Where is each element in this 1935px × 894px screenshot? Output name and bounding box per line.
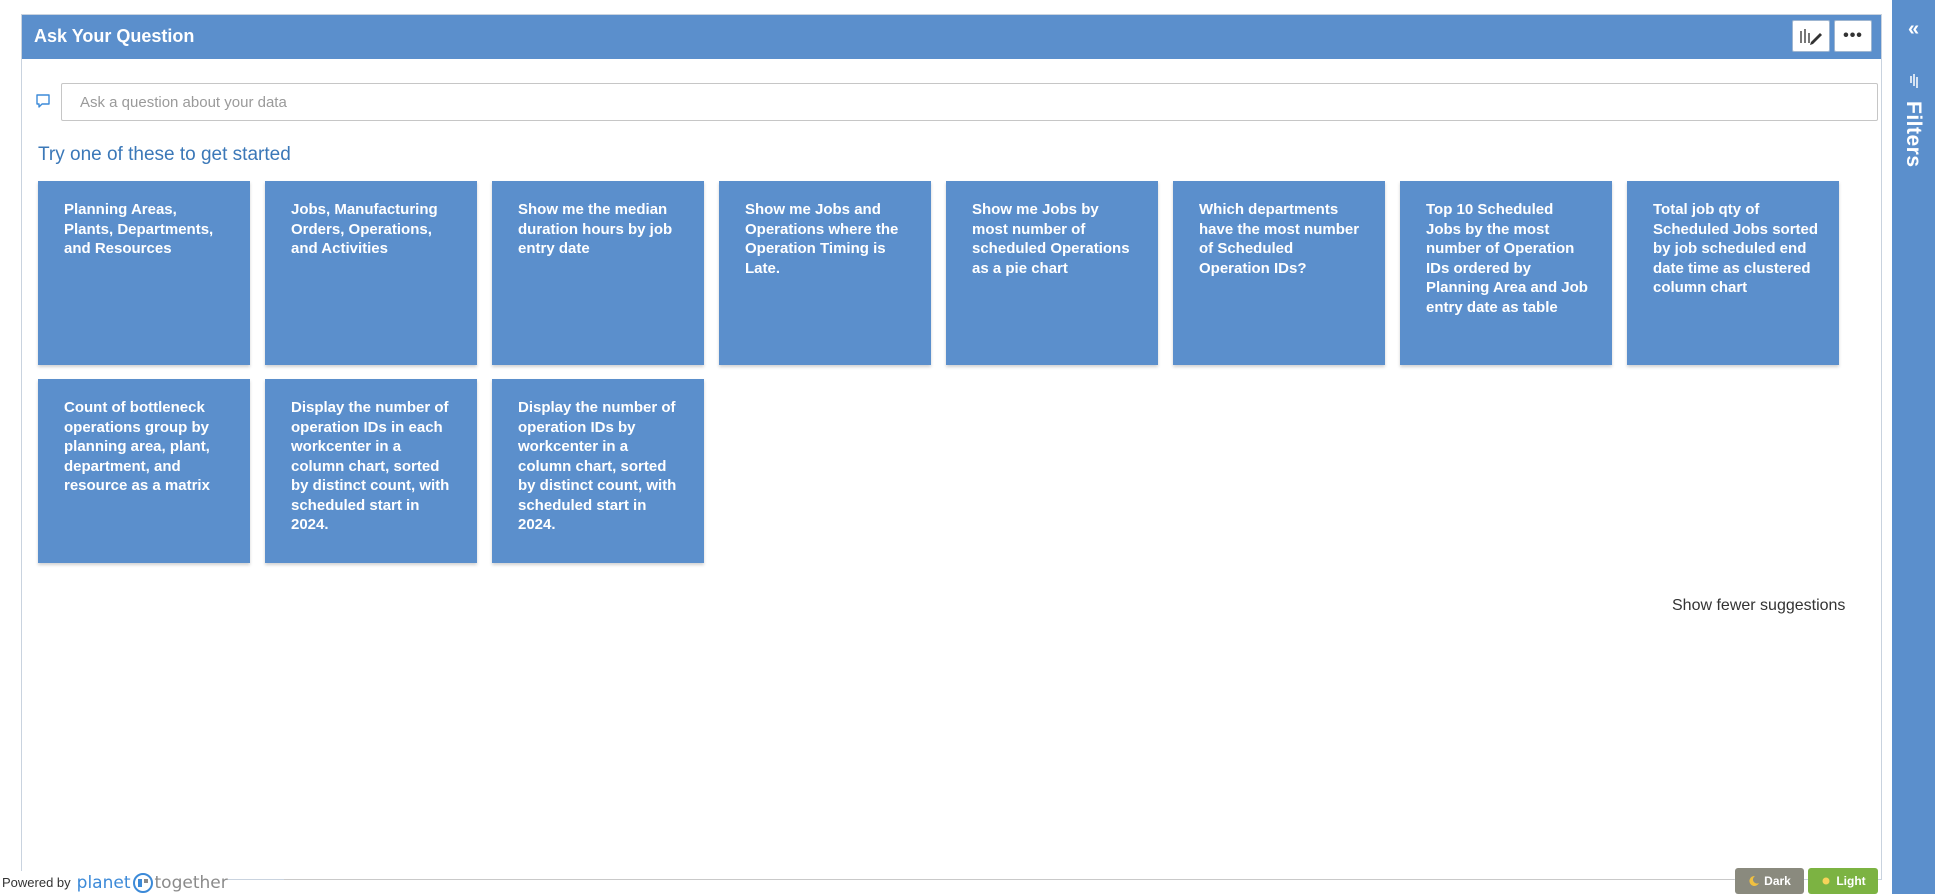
suggestion-card[interactable]: Planning Areas, Plants, Departments, and…: [38, 181, 250, 365]
page-title: Ask Your Question: [34, 26, 195, 46]
powered-by-text: Powered by: [2, 875, 71, 890]
pen-icon: [1800, 29, 1822, 45]
suggestion-card[interactable]: Top 10 Scheduled Jobs by the most number…: [1400, 181, 1612, 365]
ellipsis-icon: •••: [1843, 27, 1863, 44]
suggestion-card[interactable]: Total job qty of Scheduled Jobs sorted b…: [1627, 181, 1839, 365]
suggestion-card[interactable]: Show me the median duration hours by job…: [492, 181, 704, 365]
dark-theme-button[interactable]: Dark: [1735, 868, 1804, 894]
suggestion-card[interactable]: Display the number of operation IDs by w…: [492, 379, 704, 563]
suggestion-card[interactable]: Which departments have the most number o…: [1173, 181, 1385, 365]
powered-by: Powered by planet together: [0, 871, 228, 894]
filters-label: Filters: [1902, 101, 1925, 168]
qa-header: Ask Your Question •••: [22, 15, 1881, 59]
suggestions-heading: Try one of these to get started: [38, 144, 291, 165]
qa-panel: Ask Your Question ••• Try one of these t…: [21, 14, 1882, 880]
suggestion-card[interactable]: Count of bottleneck operations group by …: [38, 379, 250, 563]
edit-button[interactable]: [1792, 20, 1830, 52]
funnel-icon: [1910, 74, 1918, 88]
light-theme-button[interactable]: Light: [1808, 868, 1878, 894]
moon-icon: [1749, 875, 1760, 886]
sun-icon: [1822, 877, 1830, 885]
show-fewer-suggestions-link[interactable]: Show fewer suggestions: [1672, 597, 1845, 615]
light-theme-label: Light: [1836, 874, 1866, 888]
suggestion-card[interactable]: Display the number of operation IDs in e…: [265, 379, 477, 563]
question-input[interactable]: [61, 83, 1878, 121]
dark-theme-label: Dark: [1764, 874, 1791, 888]
brand-logo-icon: [132, 872, 153, 893]
suggestion-card[interactable]: Show me Jobs and Operations where the Op…: [719, 181, 931, 365]
footer-divider: [284, 879, 1734, 880]
more-options-button[interactable]: •••: [1834, 20, 1872, 52]
brand-name-part1: planet: [76, 872, 131, 893]
suggestion-card[interactable]: Jobs, Manufacturing Orders, Operations, …: [265, 181, 477, 365]
filters-pane[interactable]: « Filters: [1892, 0, 1935, 894]
suggestion-card[interactable]: Show me Jobs by most number of scheduled…: [946, 181, 1158, 365]
question-row: [34, 83, 1878, 121]
collapse-filters-button[interactable]: «: [1892, 18, 1935, 41]
brand-name-part2: together: [154, 872, 228, 893]
speech-bubble-icon: [36, 94, 50, 108]
